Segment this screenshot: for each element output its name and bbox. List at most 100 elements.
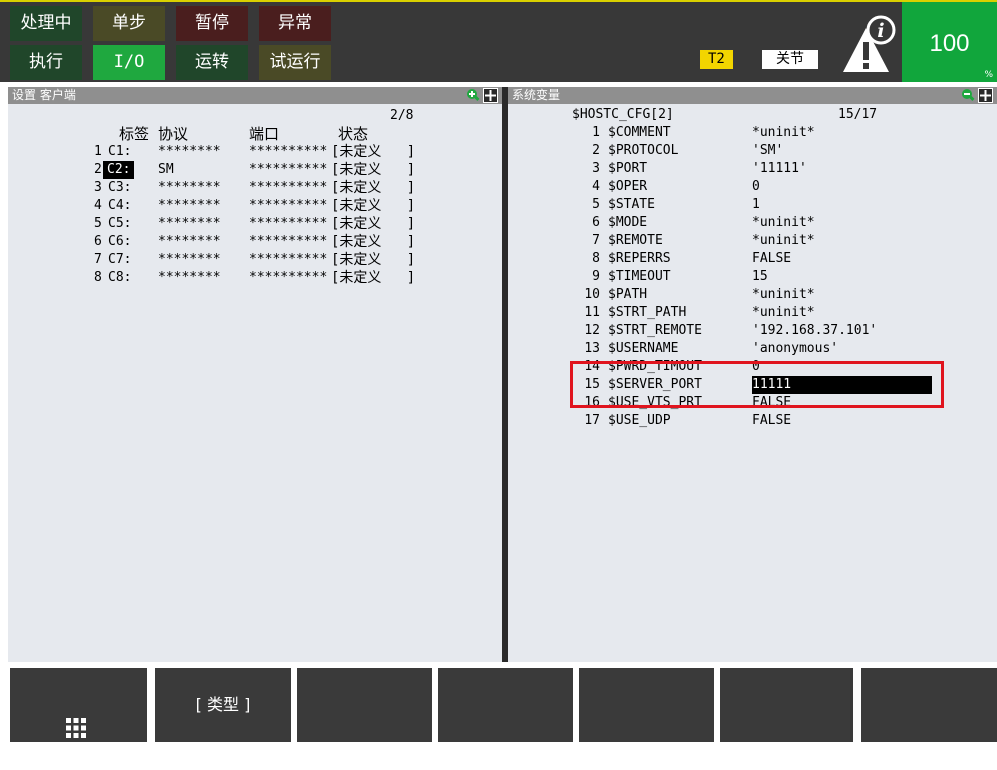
variable-row[interactable]: 17 $USE_UDP FALSE	[508, 412, 997, 430]
client-port-cell: **********	[249, 198, 328, 213]
client-tag-cell[interactable]: C3:	[108, 179, 131, 197]
variable-name-cell: $TIMEOUT	[608, 269, 671, 284]
variable-value-cell[interactable]: *uninit*	[752, 124, 815, 142]
variable-row-number: 6	[592, 215, 600, 230]
client-protocol-cell: ********	[158, 234, 221, 249]
col-header-port: 端口	[249, 125, 280, 143]
variable-value-cell[interactable]: '11111'	[752, 160, 807, 178]
client-row-number: 4	[94, 198, 102, 213]
variable-row[interactable]: 12 $STRT_REMOTE '192.168.37.101'	[508, 322, 997, 340]
variable-row[interactable]: 8 $REPERRS FALSE	[508, 250, 997, 268]
status-run: 执行	[10, 45, 82, 80]
override-speed[interactable]: 100 %	[902, 2, 997, 82]
variable-name-cell: $REMOTE	[608, 233, 663, 248]
client-tag-cell[interactable]: C4:	[108, 197, 131, 215]
zoom-in-icon[interactable]	[466, 88, 480, 102]
variable-value-cell[interactable]: *uninit*	[752, 232, 815, 250]
system-variables-title-bar: 系统变量	[508, 87, 997, 104]
client-tag-cell[interactable]: C2:	[103, 161, 135, 179]
variable-row[interactable]: 10 $PATH *uninit*	[508, 286, 997, 304]
client-state-cell: [未定义 ]	[331, 252, 416, 268]
client-setup-title-bar: 设置 客户端	[8, 87, 502, 104]
variable-row[interactable]: 6 $MODE *uninit*	[508, 214, 997, 232]
variable-value-cell[interactable]: 1	[752, 196, 760, 214]
status-step: 单步	[93, 6, 165, 41]
pane-divider	[502, 87, 508, 662]
variable-name-cell: $COMMENT	[608, 125, 671, 140]
variable-value-cell[interactable]: *uninit*	[752, 286, 815, 304]
variable-row-number: 11	[584, 305, 600, 320]
override-unit: %	[984, 70, 993, 80]
variable-row-number: 8	[592, 251, 600, 266]
client-tag-cell[interactable]: C5:	[108, 215, 131, 233]
function-key-3[interactable]	[297, 668, 432, 742]
variable-value-cell[interactable]: '192.168.37.101'	[752, 322, 877, 340]
client-port-cell: **********	[249, 180, 328, 195]
variable-value-cell[interactable]: FALSE	[752, 412, 791, 430]
function-key-7[interactable]	[861, 668, 997, 742]
variable-row-number: 2	[592, 143, 600, 158]
menu-grid-button[interactable]	[10, 668, 147, 742]
client-port-cell: **********	[249, 162, 328, 177]
function-key-bar: [ 类型 ]	[0, 668, 997, 742]
variable-row[interactable]: 9 $TIMEOUT 15	[508, 268, 997, 286]
variable-row[interactable]: 4 $OPER 0	[508, 178, 997, 196]
variable-row[interactable]: 2 $PROTOCOL 'SM'	[508, 142, 997, 160]
function-key-6[interactable]	[720, 668, 853, 742]
client-state-cell: [未定义 ]	[331, 234, 416, 250]
variable-row[interactable]: 11 $STRT_PATH *uninit*	[508, 304, 997, 322]
variable-row-number: 1	[592, 125, 600, 140]
variable-name-cell: $STRT_REMOTE	[608, 323, 702, 338]
variable-value-cell[interactable]: 'SM'	[752, 142, 783, 160]
variable-value-cell[interactable]: *uninit*	[752, 304, 815, 322]
client-row-number: 7	[94, 252, 102, 267]
client-protocol-cell: ********	[158, 144, 221, 159]
client-tag-cell[interactable]: C7:	[108, 251, 131, 269]
zoom-out-icon[interactable]	[961, 88, 975, 102]
variable-value-cell[interactable]: FALSE	[752, 250, 791, 268]
col-header-state: 状态	[338, 125, 369, 143]
variable-value-cell[interactable]: 15	[752, 268, 768, 286]
variable-row[interactable]: 13 $USERNAME 'anonymous'	[508, 340, 997, 358]
client-tag-cell[interactable]: C6:	[108, 233, 131, 251]
variable-name-cell: $MODE	[608, 215, 648, 230]
client-tag-cell[interactable]: C1:	[108, 143, 131, 161]
selection-highlight-box	[570, 361, 944, 408]
variable-name-cell: $USERNAME	[608, 341, 679, 356]
variable-name-cell: $STATE	[608, 197, 655, 212]
variable-row-number: 17	[584, 413, 600, 428]
variable-value-cell[interactable]: *uninit*	[752, 214, 815, 232]
coord-joint-badge[interactable]: 关节	[762, 50, 818, 69]
variable-value-cell[interactable]: 'anonymous'	[752, 340, 838, 358]
status-bar: 处理中 单步 暂停 异常 执行 I/O 运转 试运行 T2 关节 i 100 %	[0, 0, 997, 82]
status-prod: 运转	[176, 45, 248, 80]
variable-value-cell[interactable]: 0	[752, 178, 760, 196]
variable-name-header: $HOSTC_CFG[2]	[572, 107, 674, 122]
client-tag-cell[interactable]: C8:	[108, 269, 131, 287]
client-row-number: 6	[94, 234, 102, 249]
col-header-protocol: 协议	[158, 125, 189, 143]
info-alert-icon[interactable]: i	[840, 14, 900, 76]
client-port-cell: **********	[249, 144, 328, 159]
system-variables-pane: 系统变量 $HOSTC_CFG[2] 15/17 1 $COMMENT *unini…	[508, 87, 997, 662]
client-protocol-cell: ********	[158, 180, 221, 195]
mode-badge: T2	[700, 50, 733, 69]
maximize-icon[interactable]	[978, 88, 993, 103]
client-protocol-cell: SM	[158, 162, 174, 177]
status-tcyc: 试运行	[259, 45, 331, 80]
client-setup-pane: 设置 客户端 2/8 标签 协议 端口 状态 1 C1: ******** *****…	[8, 87, 502, 662]
variable-row-number: 12	[584, 323, 600, 338]
client-row-number: 8	[94, 270, 102, 285]
variable-name-cell: $REPERRS	[608, 251, 671, 266]
variable-row[interactable]: 7 $REMOTE *uninit*	[508, 232, 997, 250]
variable-row[interactable]: 5 $STATE 1	[508, 196, 997, 214]
client-port-cell: **********	[249, 216, 328, 231]
client-protocol-cell: ********	[158, 216, 221, 231]
maximize-icon[interactable]	[483, 88, 498, 103]
function-key-4[interactable]	[438, 668, 573, 742]
client-page-indicator: 2/8	[390, 108, 414, 123]
function-key-5[interactable]	[579, 668, 714, 742]
variable-row[interactable]: 3 $PORT '11111'	[508, 160, 997, 178]
type-button[interactable]: [ 类型 ]	[155, 668, 291, 742]
variable-row[interactable]: 1 $COMMENT *uninit*	[508, 124, 997, 142]
